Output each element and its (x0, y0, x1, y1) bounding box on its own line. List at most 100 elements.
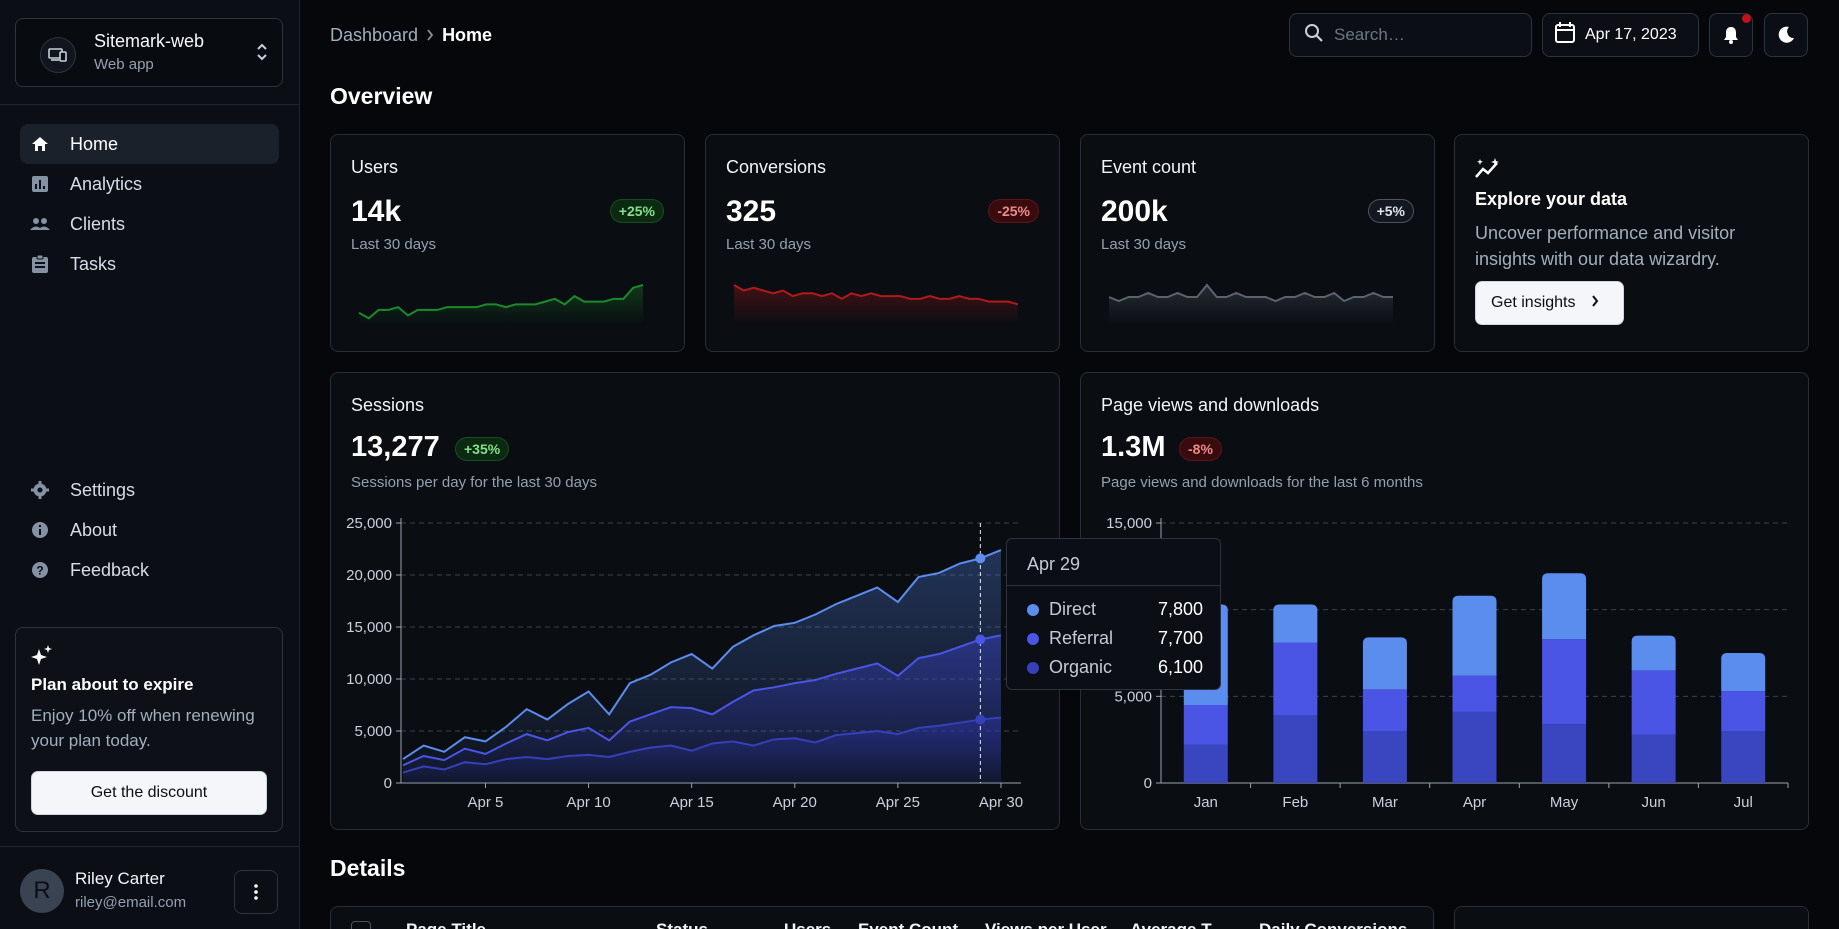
home-icon (30, 134, 50, 154)
trend-badge: +5% (1367, 199, 1414, 223)
get-discount-button[interactable]: Get the discount (31, 771, 267, 815)
column-header[interactable]: Event Count (858, 920, 958, 929)
people-icon (30, 214, 50, 234)
nav-item-about[interactable]: About (20, 510, 279, 550)
sparkline-area (734, 285, 1018, 325)
tooltip-row-organic: Organic 6,100 (1027, 657, 1203, 678)
stat-period: Last 30 days (351, 236, 437, 253)
y-tick-label: 15,000 (346, 619, 392, 636)
y-tick-label: 5,000 (354, 723, 392, 740)
nav-item-analytics[interactable]: Analytics (20, 164, 279, 204)
overview-title: Overview (330, 83, 433, 109)
devices-icon (40, 37, 76, 73)
x-tick-label: Apr 20 (773, 794, 817, 811)
stat-card-conversions: Conversions 325 -25% Last 30 days (705, 134, 1060, 352)
nav-item-label: Clients (70, 213, 126, 234)
search-input[interactable] (1334, 25, 1514, 45)
info-icon (30, 520, 50, 540)
bar-segment (1542, 573, 1587, 640)
sessions-chart: 0 5,000 10,000 15,000 20,000 25,000 Apr 5 Apr 1… (346, 515, 1023, 811)
column-header[interactable]: Average T... (1130, 920, 1224, 929)
select-all-checkbox[interactable] (351, 921, 371, 929)
explore-title: Explore your data (1475, 189, 1628, 209)
bar-segment (1183, 744, 1228, 783)
column-header[interactable]: Page Title (406, 920, 486, 929)
x-tick-label: Apr 10 (566, 794, 610, 811)
avatar[interactable]: R (20, 869, 64, 913)
gear-icon (30, 480, 50, 500)
nav-item-label: About (70, 519, 118, 540)
y-tick-label: 25,000 (346, 515, 392, 532)
tooltip-series-value: 7,800 (1157, 599, 1203, 619)
tooltip-series-name: Direct (1049, 599, 1097, 619)
divider (1007, 585, 1220, 586)
column-header[interactable]: Status (656, 920, 708, 929)
bar-segment (1183, 705, 1228, 745)
nav-item-label: Feedback (70, 559, 150, 580)
notifications-button[interactable] (1709, 13, 1753, 57)
bar-segment (1452, 595, 1497, 676)
bar-segment (1362, 731, 1407, 783)
search-icon (1304, 23, 1324, 48)
stat-value: 200k (1101, 195, 1168, 228)
tooltip-series-name: Referral (1049, 628, 1114, 648)
x-tick-label: Apr 30 (979, 794, 1023, 811)
bar-segment (1362, 689, 1407, 731)
moon-icon (1778, 26, 1794, 43)
bar-segment (1542, 724, 1587, 783)
user-name: Riley Carter (75, 869, 165, 888)
stat-title: Event count (1101, 157, 1197, 177)
user-email: riley@email.com (75, 894, 187, 911)
column-header[interactable]: Users (784, 920, 831, 929)
nav-item-tasks[interactable]: Tasks (20, 244, 279, 284)
nav-item-clients[interactable]: Clients (20, 204, 279, 244)
help-icon: ? (30, 560, 50, 580)
column-header[interactable]: Daily Conversions (1259, 920, 1407, 929)
x-tick-label: Mar (1372, 794, 1398, 811)
y-tick-label: 15,000 (1106, 515, 1152, 532)
svg-text:?: ? (36, 564, 43, 578)
stat-card-event-count: Event count 200k +5% Last 30 days (1080, 134, 1435, 352)
sessions-card: Sessions 13,277 +35% Sessions per day fo… (330, 372, 1060, 830)
bell-icon (1724, 27, 1738, 44)
nav-item-label: Analytics (70, 173, 143, 194)
nav-item-settings[interactable]: Settings (20, 470, 279, 510)
app-name: Sitemark-web (94, 31, 205, 51)
bar-segment (1631, 670, 1676, 735)
get-insights-button[interactable]: Get insights (1475, 281, 1624, 325)
promo-title: Plan about to expire (31, 675, 194, 694)
trend-badge: -25% (988, 199, 1039, 223)
nav-item-home[interactable]: Home (20, 124, 279, 164)
bar-segment (1542, 639, 1587, 725)
tooltip-row-referral: Referral 7,700 (1027, 628, 1203, 649)
stat-period: Last 30 days (726, 236, 812, 253)
bar-segment (1721, 691, 1766, 731)
stat-value: 325 (726, 195, 777, 228)
stat-period: Last 30 days (1101, 236, 1187, 253)
x-tick-label: Apr 25 (876, 794, 920, 811)
theme-toggle-button[interactable] (1764, 13, 1808, 57)
stat-title: Conversions (726, 157, 827, 177)
user-profile: R Riley Carter riley@email.com (0, 846, 299, 929)
app-selector[interactable]: Sitemark-web Web app (15, 18, 283, 87)
stat-title: Users (351, 157, 399, 177)
tooltip-series-value: 6,100 (1157, 657, 1203, 677)
nav-item-label: Home (70, 133, 119, 154)
column-header[interactable]: Views per User (985, 920, 1107, 929)
explore-data-card: Explore your data Uncover performance an… (1454, 134, 1809, 352)
breadcrumb-dashboard[interactable]: Dashboard (330, 25, 418, 46)
sparkline-area (1109, 285, 1393, 325)
date-picker-button[interactable]: Apr 17, 2023 (1542, 13, 1699, 57)
x-tick-label: Jun (1642, 794, 1666, 811)
search-box[interactable] (1289, 13, 1532, 57)
y-tick-label: 0 (384, 775, 392, 792)
more-options-button[interactable] (234, 870, 278, 914)
x-tick-label: Apr (1463, 794, 1486, 811)
bar-segment (1631, 734, 1676, 783)
date-label: Apr 17, 2023 (1585, 26, 1677, 43)
legend-dot (1027, 632, 1039, 645)
nav-item-label: Settings (70, 479, 136, 500)
nav-item-feedback[interactable]: ? Feedback (20, 550, 279, 590)
x-tick-label: Jan (1194, 794, 1218, 811)
chevron-right-icon (1591, 294, 1599, 312)
